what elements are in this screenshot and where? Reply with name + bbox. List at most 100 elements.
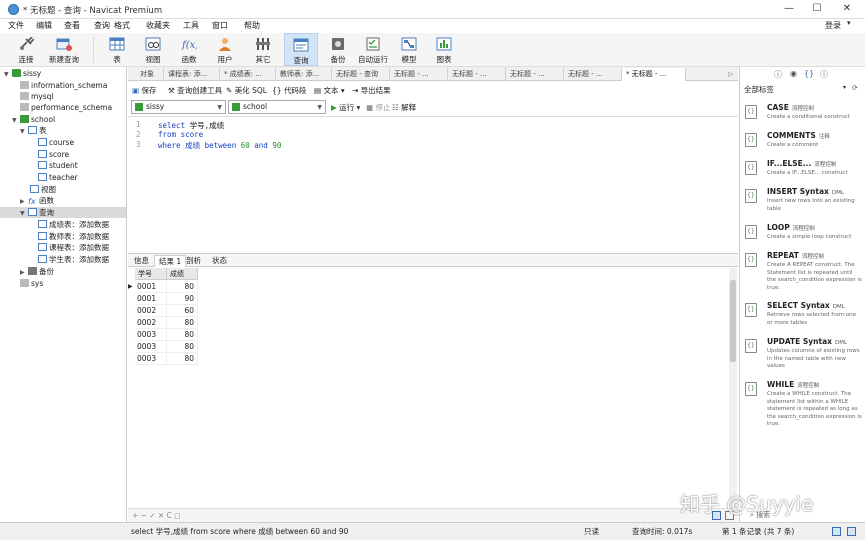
grid-cell-score[interactable]: 80 — [167, 341, 198, 353]
menu-view[interactable]: 查看 — [64, 20, 80, 31]
refresh-icon[interactable]: ⟳ — [852, 84, 858, 92]
tree-db-school[interactable]: ▼ school — [12, 114, 55, 125]
query-button[interactable]: 查询 — [284, 33, 318, 66]
scrollbar-thumb[interactable] — [730, 280, 736, 362]
grid-cell-score[interactable]: 60 — [167, 305, 198, 317]
tab-document[interactable]: * 成绩表: ... — [220, 68, 276, 81]
grid-cell-student-id[interactable]: 0001 — [135, 281, 167, 293]
save-button[interactable]: ▣ 保存 — [132, 85, 156, 96]
chevron-down-icon[interactable]: ▼ — [20, 126, 28, 137]
tree-folder-tables[interactable]: ▼ 表 — [20, 125, 47, 136]
tab-status[interactable]: 状态 — [208, 255, 231, 267]
explain-button[interactable]: ☷ 解释 — [392, 102, 416, 113]
beautify-sql-button[interactable]: ✎ 美化 SQL — [226, 85, 267, 96]
snippet-item[interactable]: CASE流程控制 Create a conditional construct — [740, 103, 865, 129]
table-button[interactable]: 表 — [102, 33, 132, 66]
record-nav-buttons[interactable]: + − ✓ ✕ C ◻ — [132, 511, 181, 520]
tree-query-item[interactable]: 学生表：添加数据 — [38, 254, 109, 265]
tab-document[interactable]: 课程表: 添... — [164, 68, 220, 81]
tab-active-query[interactable]: * 无标题 - ... — [622, 68, 686, 81]
grid-cell-student-id[interactable]: 0003 — [135, 341, 167, 353]
grid-cell-student-id[interactable]: 0001 — [135, 293, 167, 305]
automation-button[interactable]: 自动运行 — [356, 33, 390, 66]
menu-favorites[interactable]: 收藏夹 — [146, 20, 170, 31]
menu-tools[interactable]: 工具 — [183, 20, 199, 31]
tab-objects[interactable]: 对象 — [136, 68, 164, 81]
menu-help[interactable]: 帮助 — [244, 20, 260, 31]
tag-filter-select[interactable]: 全部标签 ▾ — [744, 84, 848, 96]
chevron-right-icon[interactable]: ▶ — [20, 267, 28, 278]
snippet-item[interactable]: SELECT SyntaxDML Retrieve rows selected f… — [740, 301, 865, 327]
grid-cell-score[interactable]: 80 — [167, 317, 198, 329]
minimize-button[interactable]: — — [776, 2, 802, 16]
snippet-item[interactable]: INSERT SyntaxDML Insert new rows into an … — [740, 187, 865, 213]
result-grid[interactable]: 学号 成绩 ▶ 0001 80 0001 90 0002 60 0002 80 0003 80 000… — [128, 268, 738, 508]
tree-query-item[interactable]: 课程表：添加数据 — [38, 242, 109, 253]
eye-icon[interactable]: ◉ — [790, 69, 797, 78]
tree-db-mysql[interactable]: mysql — [20, 91, 54, 102]
tree-folder-functions[interactable]: ▶ fx 函数 — [20, 195, 54, 206]
menu-query[interactable]: 查询 — [94, 20, 110, 31]
column-header-student-id[interactable]: 学号 — [135, 268, 167, 280]
column-header-score[interactable]: 成绩 — [167, 268, 198, 280]
chart-button[interactable]: 图表 — [430, 33, 458, 66]
snippet-item[interactable]: REPEAT流程控制 Create A REPEAT construct. The… — [740, 251, 865, 291]
database-select[interactable]: school ▼ — [228, 100, 326, 114]
user-button[interactable]: 用户 — [210, 33, 240, 66]
grid-cell-score[interactable]: 90 — [167, 293, 198, 305]
snippet-tab-icon[interactable]: {} — [804, 69, 814, 78]
panel-toggle-icon[interactable] — [832, 527, 841, 536]
close-button[interactable]: ✕ — [834, 2, 860, 16]
tab-profile[interactable]: 剖析 — [182, 255, 205, 267]
tab-document[interactable]: 无标题 - 查询 — [332, 68, 390, 81]
chevron-down-icon[interactable]: ▼ — [4, 69, 12, 80]
menu-file[interactable]: 文件 — [8, 20, 24, 31]
backup-button[interactable]: 备份 — [324, 33, 352, 66]
chevron-down-icon[interactable]: ▼ — [20, 208, 28, 219]
tree-db-sys[interactable]: sys — [20, 278, 43, 289]
stop-button[interactable]: ■ 停止 — [366, 102, 390, 113]
snippet-item[interactable]: UPDATE SyntaxDML Updates columns of exist… — [740, 337, 865, 369]
tab-document[interactable]: 无标题 - ... — [448, 68, 506, 81]
connection-select[interactable]: sissy ▼ — [131, 100, 226, 114]
connect-button[interactable]: 连接 — [8, 33, 44, 66]
grid-cell-student-id[interactable]: 0003 — [135, 329, 167, 341]
snippet-button[interactable]: {} 代码段 — [272, 85, 306, 96]
tree-connection-sissy[interactable]: ▼ sissy — [4, 68, 41, 79]
chevron-down-icon[interactable]: ▼ — [12, 115, 20, 126]
tab-document[interactable]: 无标题 - ... — [564, 68, 622, 81]
chevron-right-icon[interactable]: ▷ — [724, 68, 738, 81]
tree-table-student[interactable]: student — [38, 160, 78, 171]
model-button[interactable]: 模型 — [395, 33, 423, 66]
menu-format[interactable]: 格式 — [114, 20, 130, 31]
tree-folder-views[interactable]: 视图 — [30, 184, 56, 195]
vertical-scrollbar[interactable] — [729, 268, 737, 508]
help-icon[interactable]: ⓘ — [820, 69, 828, 80]
menu-window[interactable]: 窗口 — [212, 20, 228, 31]
chevron-down-icon[interactable]: ▾ — [847, 19, 859, 31]
query-builder-button[interactable]: ⚒ 查询创建工具 — [168, 85, 222, 96]
tab-info[interactable]: 信息 — [130, 255, 153, 267]
run-button[interactable]: ▶ 运行 ▾ — [331, 102, 360, 113]
grid-cell-student-id[interactable]: 0002 — [135, 305, 167, 317]
tree-folder-backup[interactable]: ▶ 备份 — [20, 266, 54, 277]
snippet-item[interactable]: IF...ELSE...流程控制 Create a IF...ELSE... co… — [740, 159, 865, 185]
tree-query-item[interactable]: 教师表：添加数据 — [38, 231, 109, 242]
function-button[interactable]: f(x) 函数 — [174, 33, 204, 66]
tree-table-course[interactable]: course — [38, 137, 74, 148]
snippet-item[interactable]: LOOP流程控制 Create a simple loop construct — [740, 223, 865, 249]
login-button[interactable]: 登录 — [825, 20, 841, 31]
grid-cell-student-id[interactable]: 0002 — [135, 317, 167, 329]
info-icon[interactable]: ⓘ — [774, 69, 782, 80]
grid-cell-score[interactable]: 80 — [167, 353, 198, 365]
tree-table-score[interactable]: score — [38, 149, 69, 160]
tree-db-information-schema[interactable]: information_schema — [20, 80, 107, 91]
tab-document[interactable]: 无标题 - ... — [390, 68, 448, 81]
tree-query-item[interactable]: 成绩表：添加数据 — [38, 219, 109, 230]
tab-document[interactable]: 无标题 - ... — [506, 68, 564, 81]
sql-editor[interactable]: 1 2 3 select 学号,成绩 from score where 成绩 b… — [128, 116, 738, 252]
tab-document[interactable]: 教师表: 添... — [276, 68, 332, 81]
chevron-right-icon[interactable]: ▶ — [20, 196, 28, 207]
snippet-item[interactable]: COMMENTS注释 Create a comment — [740, 131, 865, 157]
grid-cell-student-id[interactable]: 0003 — [135, 353, 167, 365]
